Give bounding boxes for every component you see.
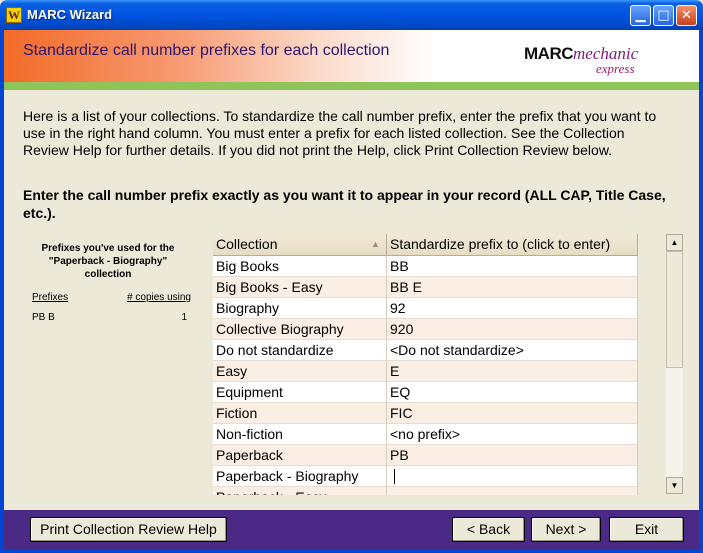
collection-cell: Easy xyxy=(213,361,387,382)
prefix-usage-heading: Prefixes you've used for the "Paperback … xyxy=(41,243,175,280)
prefix-input-cell[interactable]: <no prefix> xyxy=(387,424,638,445)
collection-cell: Non-fiction xyxy=(213,424,387,445)
collection-cell: Fiction xyxy=(213,403,387,424)
table-row[interactable]: Fiction FIC xyxy=(213,403,638,424)
exit-button[interactable]: Exit xyxy=(609,517,684,542)
collection-cell: Equipment xyxy=(213,382,387,403)
table-row[interactable]: Paperback PB xyxy=(213,445,638,466)
button-bar: Print Collection Review Help < Back Next… xyxy=(4,510,699,549)
maximize-button[interactable]: □ xyxy=(653,5,674,26)
prefix-value: PB B xyxy=(32,312,55,323)
collection-cell: Paperback - Biography xyxy=(213,466,387,487)
collection-header-label: Collection xyxy=(216,236,278,252)
copies-value: 1 xyxy=(181,312,187,323)
prefix-input-cell[interactable]: 92 xyxy=(387,298,638,319)
prefix-input-cell[interactable]: 920 xyxy=(387,319,638,340)
instruction-text: Enter the call number prefix exactly as … xyxy=(23,187,666,221)
table-row[interactable]: Paperback - Easy xyxy=(213,487,638,495)
scroll-thumb[interactable] xyxy=(666,251,683,368)
prefixes-column-header: Prefixes xyxy=(32,292,69,303)
marc-mechanic-logo: MARCmechanic express xyxy=(524,44,638,76)
prefix-input-cell[interactable]: BB E xyxy=(387,277,638,298)
logo-marc: MARC xyxy=(524,44,574,63)
table-row[interactable]: Big Books BB xyxy=(213,256,638,277)
window-title: MARC Wizard xyxy=(27,7,113,22)
window-frame-bottom xyxy=(0,549,703,553)
table-row[interactable]: Collective Biography 920 xyxy=(213,319,638,340)
scroll-down-arrow-icon[interactable]: ▼ xyxy=(666,477,683,494)
header-divider xyxy=(4,82,699,90)
close-button[interactable]: ✕ xyxy=(676,5,697,26)
collection-cell: Collective Biography xyxy=(213,319,387,340)
app-icon: W xyxy=(6,7,22,23)
text-caret xyxy=(394,469,395,484)
prefix-input-cell[interactable]: PB xyxy=(387,445,638,466)
prefix-input-cell[interactable] xyxy=(387,466,638,487)
collection-cell: Big Books xyxy=(213,256,387,277)
collection-column-header[interactable]: Collection ▲ xyxy=(213,234,387,256)
table-row[interactable]: Equipment EQ xyxy=(213,382,638,403)
scroll-up-arrow-icon[interactable]: ▲ xyxy=(666,234,683,251)
header-banner: Standardize call number prefixes for eac… xyxy=(4,30,699,82)
table-row[interactable]: Big Books - Easy BB E xyxy=(213,277,638,298)
title-bar: W MARC Wizard ▁ □ ✕ xyxy=(0,0,703,30)
table-row[interactable]: Biography 92 xyxy=(213,298,638,319)
table-row[interactable]: Non-fiction <no prefix> xyxy=(213,424,638,445)
prefix-input-cell[interactable]: BB xyxy=(387,256,638,277)
sort-arrow-icon: ▲ xyxy=(371,239,380,249)
next-button[interactable]: Next > xyxy=(531,517,601,542)
collection-grid[interactable]: Collection ▲ Standardize prefix to (clic… xyxy=(213,234,638,495)
page-title: Standardize call number prefixes for eac… xyxy=(23,42,390,59)
logo-express: express xyxy=(596,61,635,76)
back-button[interactable]: < Back xyxy=(452,517,525,542)
intro-text: Here is a list of your collections. To s… xyxy=(23,108,657,158)
collection-cell: Biography xyxy=(213,298,387,319)
collection-cell: Do not standardize xyxy=(213,340,387,361)
prefix-input-cell[interactable]: <Do not standardize> xyxy=(387,340,638,361)
collection-cell: Big Books - Easy xyxy=(213,277,387,298)
table-row[interactable]: Paperback - Biography xyxy=(213,466,638,487)
prefix-input-cell[interactable]: E xyxy=(387,361,638,382)
table-row[interactable]: Easy E xyxy=(213,361,638,382)
grid-scrollbar[interactable]: ▲ ▼ xyxy=(666,234,683,494)
prefix-column-header[interactable]: Standardize prefix to (click to enter) xyxy=(387,234,638,256)
copies-column-header: # copies using xyxy=(127,292,191,303)
collection-cell: Paperback xyxy=(213,445,387,466)
grid-header: Collection ▲ Standardize prefix to (clic… xyxy=(213,234,638,256)
window-frame-right xyxy=(699,30,703,553)
collection-cell: Paperback - Easy xyxy=(213,487,387,495)
main-content: Here is a list of your collections. To s… xyxy=(4,90,699,510)
table-row[interactable]: Do not standardize <Do not standardize> xyxy=(213,340,638,361)
prefix-input-cell[interactable]: FIC xyxy=(387,403,638,424)
prefix-input-cell[interactable]: EQ xyxy=(387,382,638,403)
print-collection-review-help-button[interactable]: Print Collection Review Help xyxy=(30,517,227,542)
prefix-input-cell[interactable] xyxy=(387,487,638,495)
minimize-button[interactable]: ▁ xyxy=(630,5,651,26)
